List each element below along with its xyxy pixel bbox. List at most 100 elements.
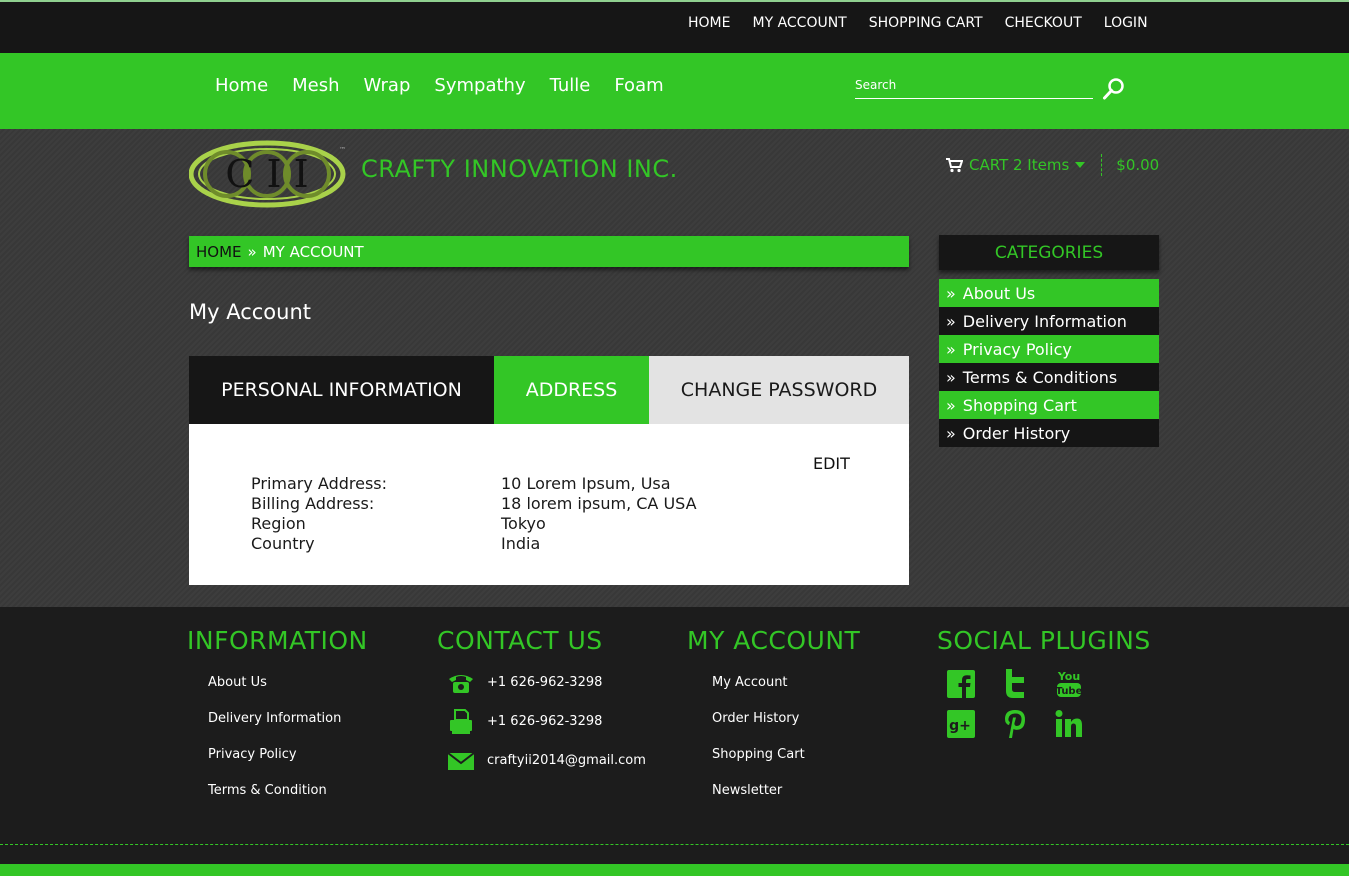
logo-lettering: C I I [225, 152, 308, 196]
edit-button[interactable]: EDIT [813, 454, 850, 473]
category-label: Order History [962, 423, 1071, 443]
cart-divider [1101, 154, 1103, 176]
category-privacy-policy[interactable]: » Privacy Policy [939, 335, 1159, 363]
category-terms-conditions[interactable]: » Terms & Conditions [939, 363, 1159, 391]
breadcrumb-home[interactable]: HOME [196, 243, 242, 261]
footer-links: My Account Order History Shopping Cart N… [712, 673, 860, 817]
breadcrumb-separator: » [247, 242, 257, 261]
brand-name[interactable]: CRAFTY INNOVATION INC. [361, 155, 678, 183]
address-row: Region Tokyo [251, 514, 697, 534]
category-delivery-information[interactable]: » Delivery Information [939, 307, 1159, 335]
footer-link-order-history[interactable]: Order History [712, 709, 860, 745]
social-icons: You Tube g+ [946, 667, 1151, 741]
address-label: Region [251, 514, 306, 533]
youtube-icon[interactable]: You Tube [1054, 667, 1084, 701]
footer-contact: CONTACT US +1 626-962-3298 +1 626-962-32… [437, 626, 646, 780]
svg-text:Tube: Tube [1056, 686, 1083, 697]
nav-home[interactable]: Home [215, 75, 268, 96]
address-row: Country India [251, 534, 697, 554]
address-details: Primary Address: 10 Lorem Ipsum, Usa Bil… [251, 474, 697, 554]
double-chevron-icon: » [946, 339, 956, 359]
footer-social: SOCIAL PLUGINS You Tube g+ [937, 626, 1151, 741]
address-label: Billing Address: [251, 494, 375, 513]
nav-tulle[interactable]: Tulle [550, 75, 591, 96]
pinterest-icon[interactable] [1000, 707, 1030, 741]
category-label: Shopping Cart [962, 395, 1077, 415]
footer-link-terms[interactable]: Terms & Condition [208, 781, 368, 817]
category-label: Privacy Policy [962, 339, 1072, 359]
email-icon [447, 751, 475, 770]
footer-link-delivery-information[interactable]: Delivery Information [208, 709, 368, 745]
double-chevron-icon: » [946, 367, 956, 387]
footer-heading: SOCIAL PLUGINS [937, 626, 1151, 655]
breadcrumb: HOME » MY ACCOUNT [189, 236, 909, 267]
category-order-history[interactable]: » Order History [939, 419, 1159, 447]
chevron-down-icon[interactable] [1075, 162, 1086, 168]
address-value: India [501, 534, 541, 553]
address-value: 18 lorem ipsum, CA USA [501, 494, 697, 513]
footer-links: About Us Delivery Information Privacy Po… [208, 673, 368, 817]
category-about-us[interactable]: » About Us [939, 279, 1159, 307]
double-chevron-icon: » [946, 283, 956, 303]
footer-link-newsletter[interactable]: Newsletter [712, 781, 860, 817]
footer-heading: INFORMATION [187, 626, 368, 655]
svg-text:You: You [1057, 670, 1080, 683]
contact-phone-number: +1 626-962-3298 [487, 675, 603, 690]
main-nav-bar: Home Mesh Wrap Sympathy Tulle Foam [0, 53, 1349, 129]
svg-text:g+: g+ [949, 718, 971, 734]
address-label: Country [251, 534, 315, 553]
category-label: About Us [962, 283, 1036, 303]
footer-link-about-us[interactable]: About Us [208, 673, 368, 709]
nav-mesh[interactable]: Mesh [292, 75, 339, 96]
top-link-checkout[interactable]: CHECKOUT [1005, 15, 1082, 31]
cart-summary[interactable]: CART 2 Items $0.00 [945, 154, 1159, 176]
address-label: Primary Address: [251, 474, 388, 493]
contact-email-address[interactable]: craftyii2014@gmail.com [487, 753, 646, 768]
cart-label[interactable]: CART 2 Items [969, 156, 1069, 174]
brand-logo[interactable]: C I I ™ [188, 140, 349, 208]
svg-text:™: ™ [339, 146, 346, 154]
breadcrumb-current: MY ACCOUNT [262, 242, 364, 261]
tab-personal-information[interactable]: PERSONAL INFORMATION [189, 356, 494, 424]
top-bar: HOME MY ACCOUNT SHOPPING CART CHECKOUT L… [0, 0, 1349, 53]
footer-bottom-bar [0, 864, 1349, 876]
double-chevron-icon: » [946, 395, 956, 415]
search-box [855, 71, 1125, 101]
top-link-my-account[interactable]: MY ACCOUNT [752, 15, 846, 31]
twitter-icon[interactable] [1000, 667, 1030, 701]
category-shopping-cart[interactable]: » Shopping Cart [939, 391, 1159, 419]
address-row: Primary Address: 10 Lorem Ipsum, Usa [251, 474, 697, 494]
search-input[interactable] [855, 71, 1093, 99]
category-label: Terms & Conditions [962, 367, 1118, 387]
footer-information: INFORMATION About Us Delivery Informatio… [187, 626, 368, 817]
double-chevron-icon: » [946, 423, 956, 443]
address-value: Tokyo [501, 514, 546, 533]
category-label: Delivery Information [962, 311, 1127, 331]
contact-email: craftyii2014@gmail.com [447, 741, 646, 780]
address-panel: EDIT Primary Address: 10 Lorem Ipsum, Us… [189, 424, 909, 585]
cart-total: $0.00 [1116, 156, 1160, 174]
top-link-login[interactable]: LOGIN [1104, 15, 1148, 31]
linkedin-icon[interactable] [1054, 707, 1084, 741]
tab-change-password[interactable]: CHANGE PASSWORD [649, 356, 909, 424]
footer-link-my-account[interactable]: My Account [712, 673, 860, 709]
address-row: Billing Address: 18 lorem ipsum, CA USA [251, 494, 697, 514]
top-link-home[interactable]: HOME [688, 15, 730, 31]
footer-link-shopping-cart[interactable]: Shopping Cart [712, 745, 860, 781]
footer-heading: CONTACT US [437, 626, 603, 655]
contact-fax: +1 626-962-3298 [447, 702, 646, 741]
facebook-icon[interactable] [946, 667, 976, 701]
tab-address[interactable]: ADDRESS [494, 356, 649, 424]
categories-list: » About Us » Delivery Information » Privacy… [939, 279, 1159, 447]
footer-heading: MY ACCOUNT [687, 626, 861, 655]
nav-wrap[interactable]: Wrap [364, 75, 411, 96]
top-link-shopping-cart[interactable]: SHOPPING CART [869, 15, 983, 31]
shopping-cart-icon [945, 157, 964, 173]
footer-link-privacy-policy[interactable]: Privacy Policy [208, 745, 368, 781]
google-plus-icon[interactable]: g+ [946, 707, 976, 741]
address-value: 10 Lorem Ipsum, Usa [501, 474, 671, 493]
nav-foam[interactable]: Foam [614, 75, 663, 96]
double-chevron-icon: » [946, 311, 956, 331]
search-icon[interactable] [1102, 77, 1126, 101]
nav-sympathy[interactable]: Sympathy [434, 75, 525, 96]
